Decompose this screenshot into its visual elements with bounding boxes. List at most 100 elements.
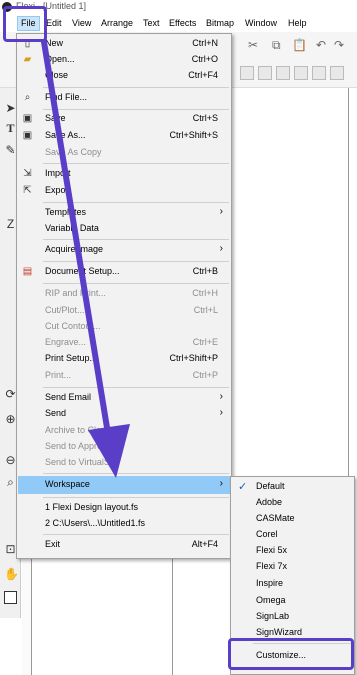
annotation-highlight-file	[3, 6, 47, 42]
save-as-icon: ▣	[22, 130, 33, 141]
menu-item-label: Send to Approve...	[45, 441, 120, 451]
menu-item-label: Exit	[45, 539, 61, 549]
workspace-item-inspire[interactable]: Inspire	[232, 576, 353, 592]
menu-item-print[interactable]: Print... Ctrl+P	[18, 367, 231, 385]
menu-item-export[interactable]: ⇱ Export	[18, 182, 231, 200]
workspace-item-label: Flexi 7x	[256, 561, 288, 571]
align-center-button[interactable]	[258, 66, 272, 80]
menu-item-save[interactable]: ▣ Save Ctrl+S	[18, 110, 231, 128]
menu-item-recent-2[interactable]: 2 C:\Users\...\Untitled1.fs	[18, 515, 231, 533]
workspace-item-adobe[interactable]: Adobe	[232, 495, 353, 511]
menu-separator	[43, 534, 229, 535]
menu-item-label: 1 Flexi Design layout.fs	[45, 502, 139, 512]
menu-text[interactable]: Text	[143, 18, 160, 28]
cut-icon[interactable]: ✂	[248, 38, 258, 52]
workspace-item-casmate[interactable]: CASMate	[232, 511, 353, 527]
menu-item-shortcut: Ctrl+L	[193, 305, 218, 315]
undo-icon[interactable]: ↶	[316, 38, 326, 52]
menu-item-workspace[interactable]: Workspace ›	[18, 476, 231, 494]
menu-separator	[43, 283, 229, 284]
menu-item-label: Archive to Cloud	[45, 425, 112, 435]
menu-item-shortcut: Ctrl+O	[191, 54, 218, 64]
menu-item-shortcut: Alt+F4	[191, 539, 218, 549]
workspace-item-omega[interactable]: Omega	[232, 593, 353, 609]
workspace-item-label: Omega	[256, 595, 286, 605]
menu-item-label: Save	[45, 113, 66, 123]
file-menu: ▯ New Ctrl+N ▰ Open... Ctrl+O Close Ctrl…	[16, 33, 232, 559]
fill-color-icon[interactable]	[4, 591, 17, 604]
align-bottom-button[interactable]	[330, 66, 344, 80]
align-right-button[interactable]	[276, 66, 290, 80]
find-file-icon: ⌕	[24, 92, 31, 103]
workspace-item-label: Inspire	[256, 578, 284, 588]
import-icon: ⇲	[23, 168, 32, 179]
menu-arrange[interactable]: Arrange	[101, 18, 133, 28]
menu-item-label: Engrave...	[45, 337, 87, 347]
workspace-item-default[interactable]: ✓ Default	[232, 479, 353, 495]
menu-item-shortcut: Ctrl+N	[192, 38, 218, 48]
menu-item-rip-and-print[interactable]: RIP and Print... Ctrl+H	[18, 285, 231, 303]
title-bar: Flexi - [Untitled 1]	[0, 0, 357, 15]
menu-item-label: Find File...	[45, 92, 88, 102]
menu-item-label: Variable Data	[45, 223, 99, 233]
menu-item-acquire-image[interactable]: Acquire Image ›	[18, 241, 231, 259]
workspace-item-label: SignWizard	[256, 627, 303, 637]
workspace-item-label: SignLab	[256, 611, 290, 621]
menu-view[interactable]: View	[72, 18, 91, 28]
menu-item-exit[interactable]: Exit Alt+F4	[18, 536, 231, 554]
menu-item-shortcut: Ctrl+H	[192, 288, 218, 298]
menu-edit[interactable]: Edit	[46, 18, 62, 28]
menu-item-label: Save As Copy	[45, 147, 102, 157]
redo-icon[interactable]: ↷	[334, 38, 344, 52]
menu-help[interactable]: Help	[288, 18, 307, 28]
menu-item-label: Send to VirtualSi...	[45, 457, 120, 467]
menu-item-save-as-copy[interactable]: Save As Copy	[18, 144, 231, 162]
workspace-item-corel[interactable]: Corel	[232, 527, 353, 543]
check-icon: ✓	[238, 481, 248, 493]
pan-hand-icon[interactable]: ✋	[4, 568, 19, 581]
menu-item-close[interactable]: Close Ctrl+F4	[18, 67, 231, 85]
menu-item-label: Templates	[45, 207, 87, 217]
menu-item-save-as[interactable]: ▣ Save As... Ctrl+Shift+S	[18, 127, 231, 145]
menu-item-label: Import	[45, 168, 71, 178]
align-middle-button[interactable]	[312, 66, 326, 80]
menu-separator	[43, 387, 229, 388]
document-setup-icon: ▤	[22, 266, 33, 277]
menu-item-send[interactable]: Send ›	[18, 405, 231, 423]
menu-effects[interactable]: Effects	[169, 18, 196, 28]
annotation-highlight-customize	[228, 638, 354, 670]
chevron-right-icon: ›	[219, 206, 223, 217]
chevron-right-icon: ›	[219, 407, 223, 418]
menu-item-shortcut: Ctrl+P	[192, 370, 218, 380]
menu-item-import[interactable]: ⇲ Import	[18, 165, 231, 183]
chevron-right-icon: ›	[219, 243, 223, 254]
menu-item-label: Send	[45, 408, 67, 418]
menu-separator	[43, 239, 229, 240]
menu-item-shortcut: Ctrl+F4	[188, 70, 218, 80]
menu-item-label: 2 C:\Users\...\Untitled1.fs	[45, 518, 146, 528]
menu-item-label: Cut Contour...	[45, 321, 101, 331]
copy-icon[interactable]: ⧉	[272, 38, 281, 52]
menu-item-label: Acquire Image	[45, 244, 104, 254]
menu-separator	[43, 497, 229, 498]
menu-item-label: New	[45, 38, 64, 48]
menu-item-variable-data[interactable]: Variable Data	[18, 220, 231, 238]
workspace-item-flexi-5x[interactable]: Flexi 5x	[232, 543, 353, 559]
menu-item-send-to-virtualsi[interactable]: Send to VirtualSi...	[18, 454, 231, 472]
workspace-item-label: CASMate	[256, 513, 295, 523]
menu-item-label: RIP and Print...	[45, 288, 106, 298]
align-top-button[interactable]	[294, 66, 308, 80]
workspace-item-label: Corel	[256, 529, 278, 539]
menu-item-document-setup[interactable]: ▤ Document Setup... Ctrl+B	[18, 263, 231, 281]
menu-window[interactable]: Window	[245, 18, 277, 28]
menu-item-find-file[interactable]: ⌕ Find File...	[18, 89, 231, 107]
menu-bitmap[interactable]: Bitmap	[206, 18, 234, 28]
menu-separator	[43, 163, 229, 164]
align-left-button[interactable]	[240, 66, 254, 80]
workspace-item-signlab[interactable]: SignLab	[232, 609, 353, 625]
export-icon: ⇱	[23, 185, 32, 196]
menu-item-print-setup[interactable]: Print Setup... Ctrl+Shift+P	[18, 350, 231, 368]
workspace-item-flexi-7x[interactable]: Flexi 7x	[232, 559, 353, 575]
menu-separator	[43, 87, 229, 88]
paste-icon[interactable]: 📋	[292, 38, 307, 52]
